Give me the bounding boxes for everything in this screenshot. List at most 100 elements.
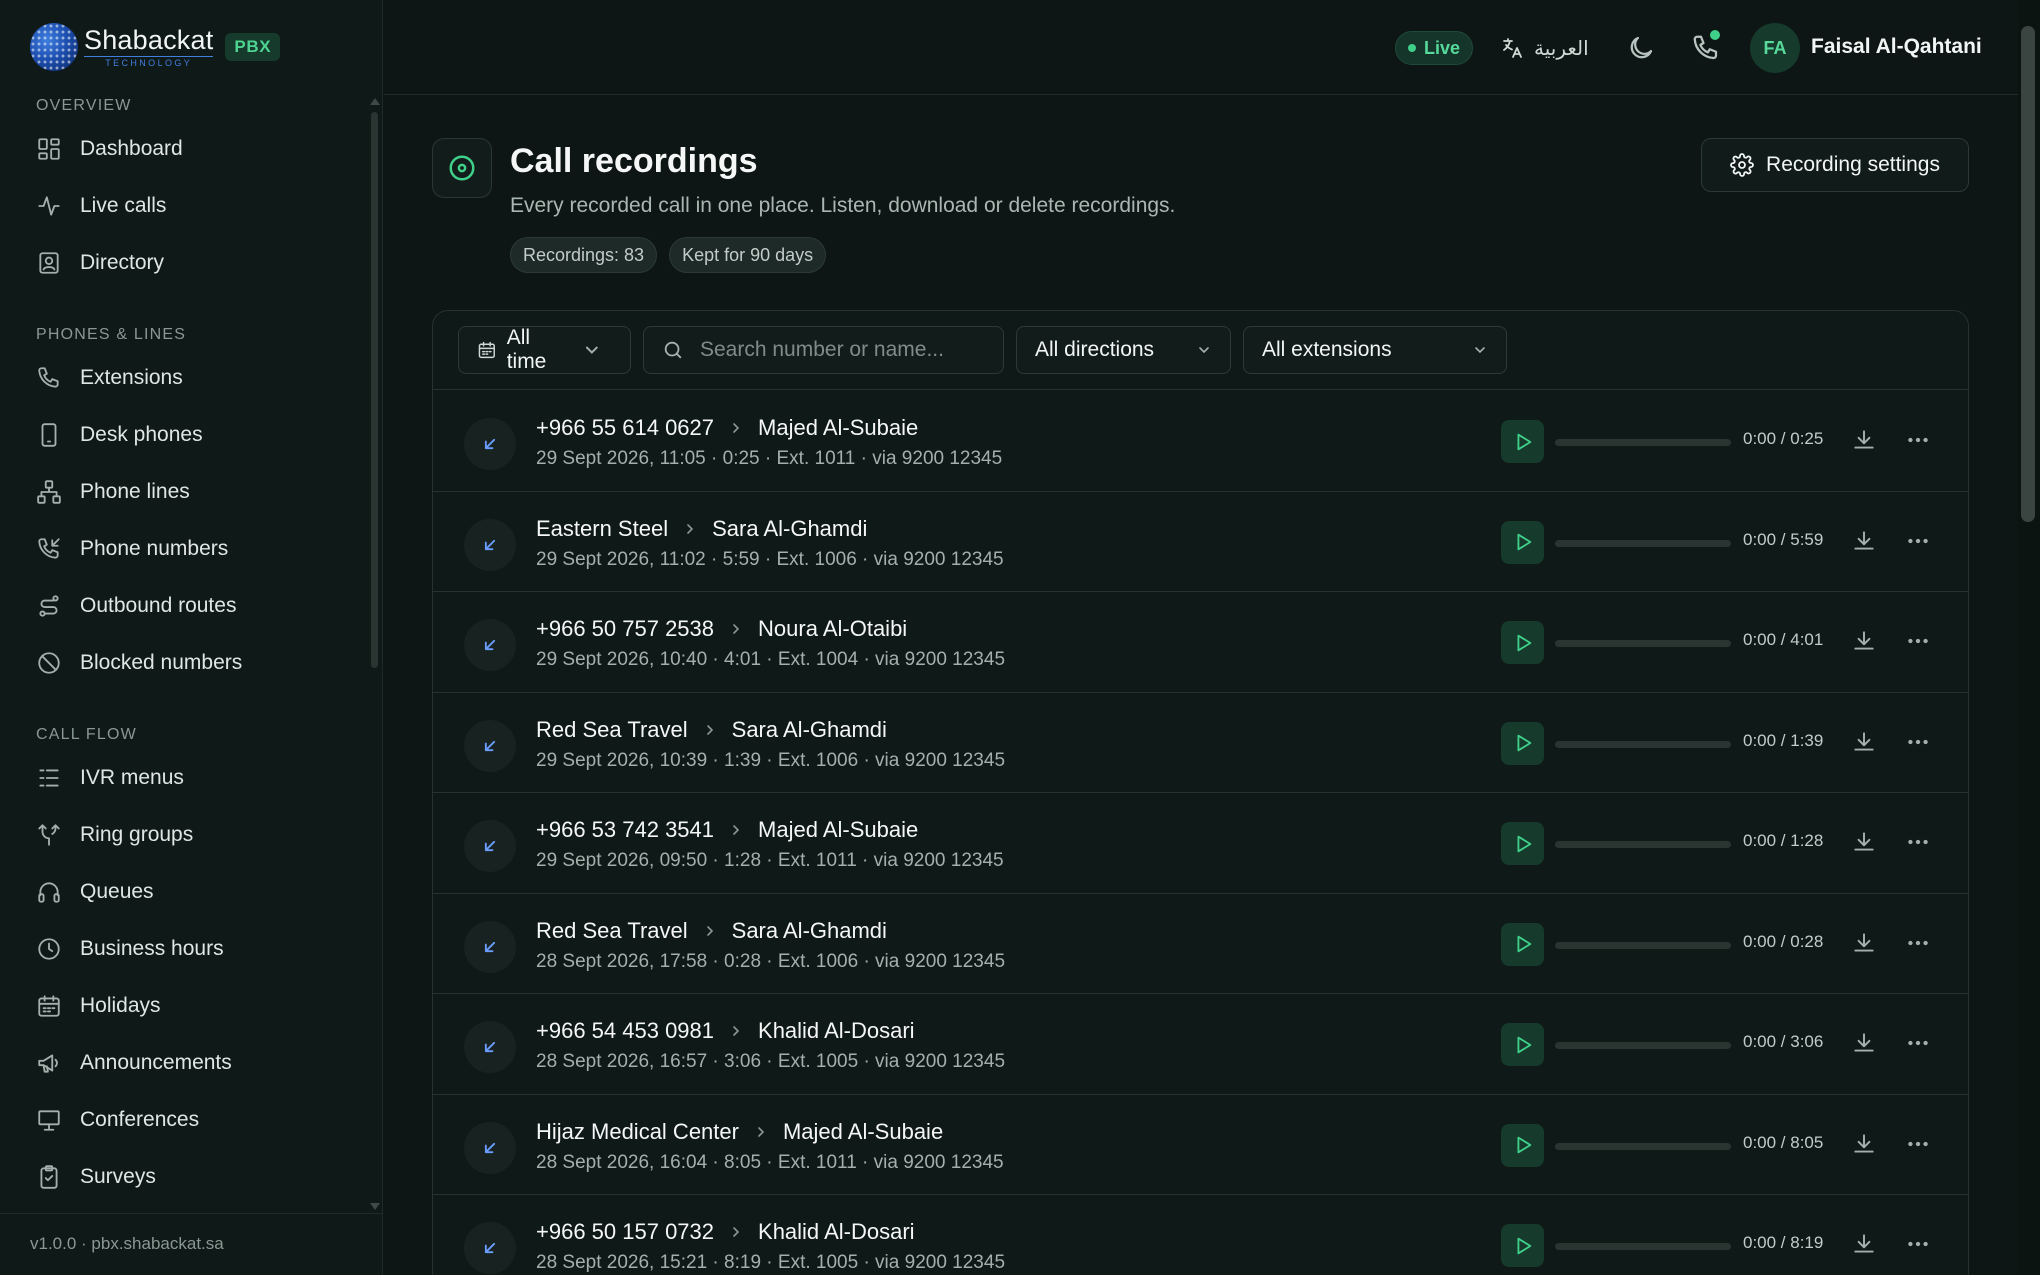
more-options-icon[interactable]	[1905, 1231, 1931, 1257]
download-icon[interactable]	[1851, 528, 1877, 554]
more-options-icon[interactable]	[1905, 930, 1931, 956]
clock-icon	[36, 936, 62, 962]
search-input[interactable]	[700, 338, 970, 362]
more-options-icon[interactable]	[1905, 628, 1931, 654]
nav-section-title: PHONES & LINES	[36, 326, 187, 343]
playback-progress-bar[interactable]	[1555, 1243, 1731, 1250]
sidebar-item-directory[interactable]: Directory	[0, 234, 370, 291]
playback-progress-bar[interactable]	[1555, 539, 1731, 547]
caller: +966 55 614 0627	[536, 415, 715, 440]
megaphone-icon	[36, 1050, 62, 1076]
contact-book-icon	[36, 250, 62, 276]
sidebar-item-label: Surveys	[80, 1164, 156, 1188]
playback-time: 0:00 / 0:28	[1743, 931, 1824, 951]
globe-logo-icon	[30, 23, 78, 71]
brand-logo[interactable]: Shabackat TECHNOLOGY PBX	[30, 20, 281, 74]
sidebar-scroll-up-arrow[interactable]	[370, 98, 380, 105]
download-icon[interactable]	[1851, 930, 1877, 956]
sidebar-item-conferences[interactable]: Conferences	[0, 1091, 370, 1148]
sidebar-item-ring-groups[interactable]: Ring groups	[0, 806, 370, 863]
recording-parties: +966 54 453 0981 Khalid Al-Dosari	[536, 1018, 915, 1044]
more-options-icon[interactable]	[1905, 427, 1931, 453]
playback-progress-bar[interactable]	[1555, 941, 1731, 949]
play-button[interactable]	[1501, 621, 1544, 664]
recording-row[interactable]: Hijaz Medical Center Majed Al-Subaie 28 …	[433, 1095, 1968, 1195]
play-button[interactable]	[1501, 1224, 1544, 1267]
direction-value: All directions	[1035, 338, 1155, 361]
callee: Sara Al-Ghamdi	[731, 917, 887, 943]
download-icon[interactable]	[1851, 829, 1877, 855]
playback-progress-bar[interactable]	[1555, 1042, 1731, 1049]
gear-icon	[1730, 153, 1754, 177]
download-icon[interactable]	[1851, 1131, 1877, 1157]
sidebar-item-announcements[interactable]: Announcements	[0, 1034, 370, 1091]
recording-row[interactable]: +966 55 614 0627 Majed Al-Subaie 29 Sept…	[433, 391, 1968, 492]
recordings-card: All time All directions All extensions +…	[432, 310, 1969, 1275]
play-button[interactable]	[1501, 721, 1544, 765]
sidebar-item-ivr-menus[interactable]: IVR menus	[0, 749, 370, 806]
calendar-icon	[36, 993, 62, 1019]
download-icon[interactable]	[1851, 1231, 1877, 1257]
phone-incoming-icon	[36, 536, 62, 562]
play-button[interactable]	[1501, 1023, 1544, 1066]
more-options-icon[interactable]	[1905, 729, 1931, 755]
sidebar-item-dashboard[interactable]: Dashboard	[0, 120, 370, 177]
download-icon[interactable]	[1851, 427, 1877, 453]
main-scrollbar-thumb[interactable]	[2021, 26, 2035, 522]
language-switch-button[interactable]: العربية	[1500, 30, 1589, 66]
recording-row[interactable]: +966 54 453 0981 Khalid Al-Dosari 28 Sep…	[433, 994, 1968, 1095]
recording-settings-button[interactable]: Recording settings	[1701, 138, 1969, 192]
sidebar-item-label: Phone lines	[80, 479, 190, 503]
sidebar-item-outbound-routes[interactable]: Outbound routes	[0, 577, 370, 634]
callee: Khalid Al-Dosari	[758, 1219, 915, 1244]
more-options-icon[interactable]	[1905, 829, 1931, 855]
play-button[interactable]	[1501, 520, 1544, 564]
playback-progress-bar[interactable]	[1555, 841, 1731, 848]
play-button[interactable]	[1501, 420, 1544, 463]
sidebar-item-desk-phones[interactable]: Desk phones	[0, 406, 370, 463]
playback-progress-bar[interactable]	[1555, 439, 1731, 446]
play-button[interactable]	[1501, 822, 1544, 865]
playback-progress-bar[interactable]	[1555, 740, 1731, 748]
sidebar-item-live-calls[interactable]: Live calls	[0, 177, 370, 234]
recording-row[interactable]: +966 50 757 2538 Noura Al-Otaibi 29 Sept…	[433, 592, 1968, 693]
sidebar-item-queues[interactable]: Queues	[0, 863, 370, 920]
recording-row[interactable]: +966 50 157 0732 Khalid Al-Dosari 28 Sep…	[433, 1195, 1968, 1275]
download-icon[interactable]	[1851, 628, 1877, 654]
search-field[interactable]	[643, 326, 1004, 374]
play-button[interactable]	[1501, 1123, 1544, 1167]
sidebar-scroll-down-arrow[interactable]	[370, 1203, 380, 1210]
more-options-icon[interactable]	[1905, 1131, 1931, 1157]
user-avatar[interactable]: FA	[1750, 23, 1800, 73]
playback-progress-bar[interactable]	[1555, 1142, 1731, 1150]
playback-time: 0:00 / 0:25	[1743, 429, 1824, 448]
sidebar-item-extensions[interactable]: Extensions	[0, 349, 370, 406]
direction-dropdown[interactable]: All directions	[1016, 326, 1231, 374]
recording-row[interactable]: +966 53 742 3541 Majed Al-Subaie 29 Sept…	[433, 793, 1968, 894]
playback-progress-bar[interactable]	[1555, 640, 1731, 647]
chevron-down-icon	[1199, 347, 1209, 354]
recording-row[interactable]: Red Sea Travel Sara Al-Ghamdi 29 Sept 20…	[433, 693, 1968, 793]
sidebar-item-business-hours[interactable]: Business hours	[0, 920, 370, 977]
sidebar-item-blocked-numbers[interactable]: Blocked numbers	[0, 634, 370, 691]
more-options-icon[interactable]	[1905, 528, 1931, 554]
language-label: العربية	[1534, 37, 1589, 60]
recording-row[interactable]: Eastern Steel Sara Al-Ghamdi 29 Sept 202…	[433, 492, 1968, 592]
time-range-dropdown[interactable]: All time	[458, 326, 631, 374]
extension-dropdown[interactable]: All extensions	[1243, 326, 1507, 374]
play-button[interactable]	[1501, 922, 1544, 966]
sidebar-item-phone-lines[interactable]: Phone lines	[0, 463, 370, 520]
sidebar-item-phone-numbers[interactable]: Phone numbers	[0, 520, 370, 577]
sidebar-item-holidays[interactable]: Holidays	[0, 977, 370, 1034]
download-icon[interactable]	[1851, 729, 1877, 755]
recording-parties: Red Sea Travel Sara Al-Ghamdi	[536, 717, 887, 743]
brand-name: Shabackat	[84, 25, 214, 55]
more-options-icon[interactable]	[1905, 1030, 1931, 1056]
user-name[interactable]: Faisal Al-Qahtani	[1811, 35, 1982, 59]
recording-row[interactable]: Red Sea Travel Sara Al-Ghamdi 28 Sept 20…	[433, 894, 1968, 994]
sidebar-scrollbar-thumb[interactable]	[371, 112, 378, 668]
sidebar-item-surveys[interactable]: Surveys	[0, 1148, 370, 1205]
download-icon[interactable]	[1851, 1030, 1877, 1056]
moon-icon[interactable]	[1626, 33, 1656, 63]
sidebar-item-label: Dashboard	[80, 136, 183, 160]
